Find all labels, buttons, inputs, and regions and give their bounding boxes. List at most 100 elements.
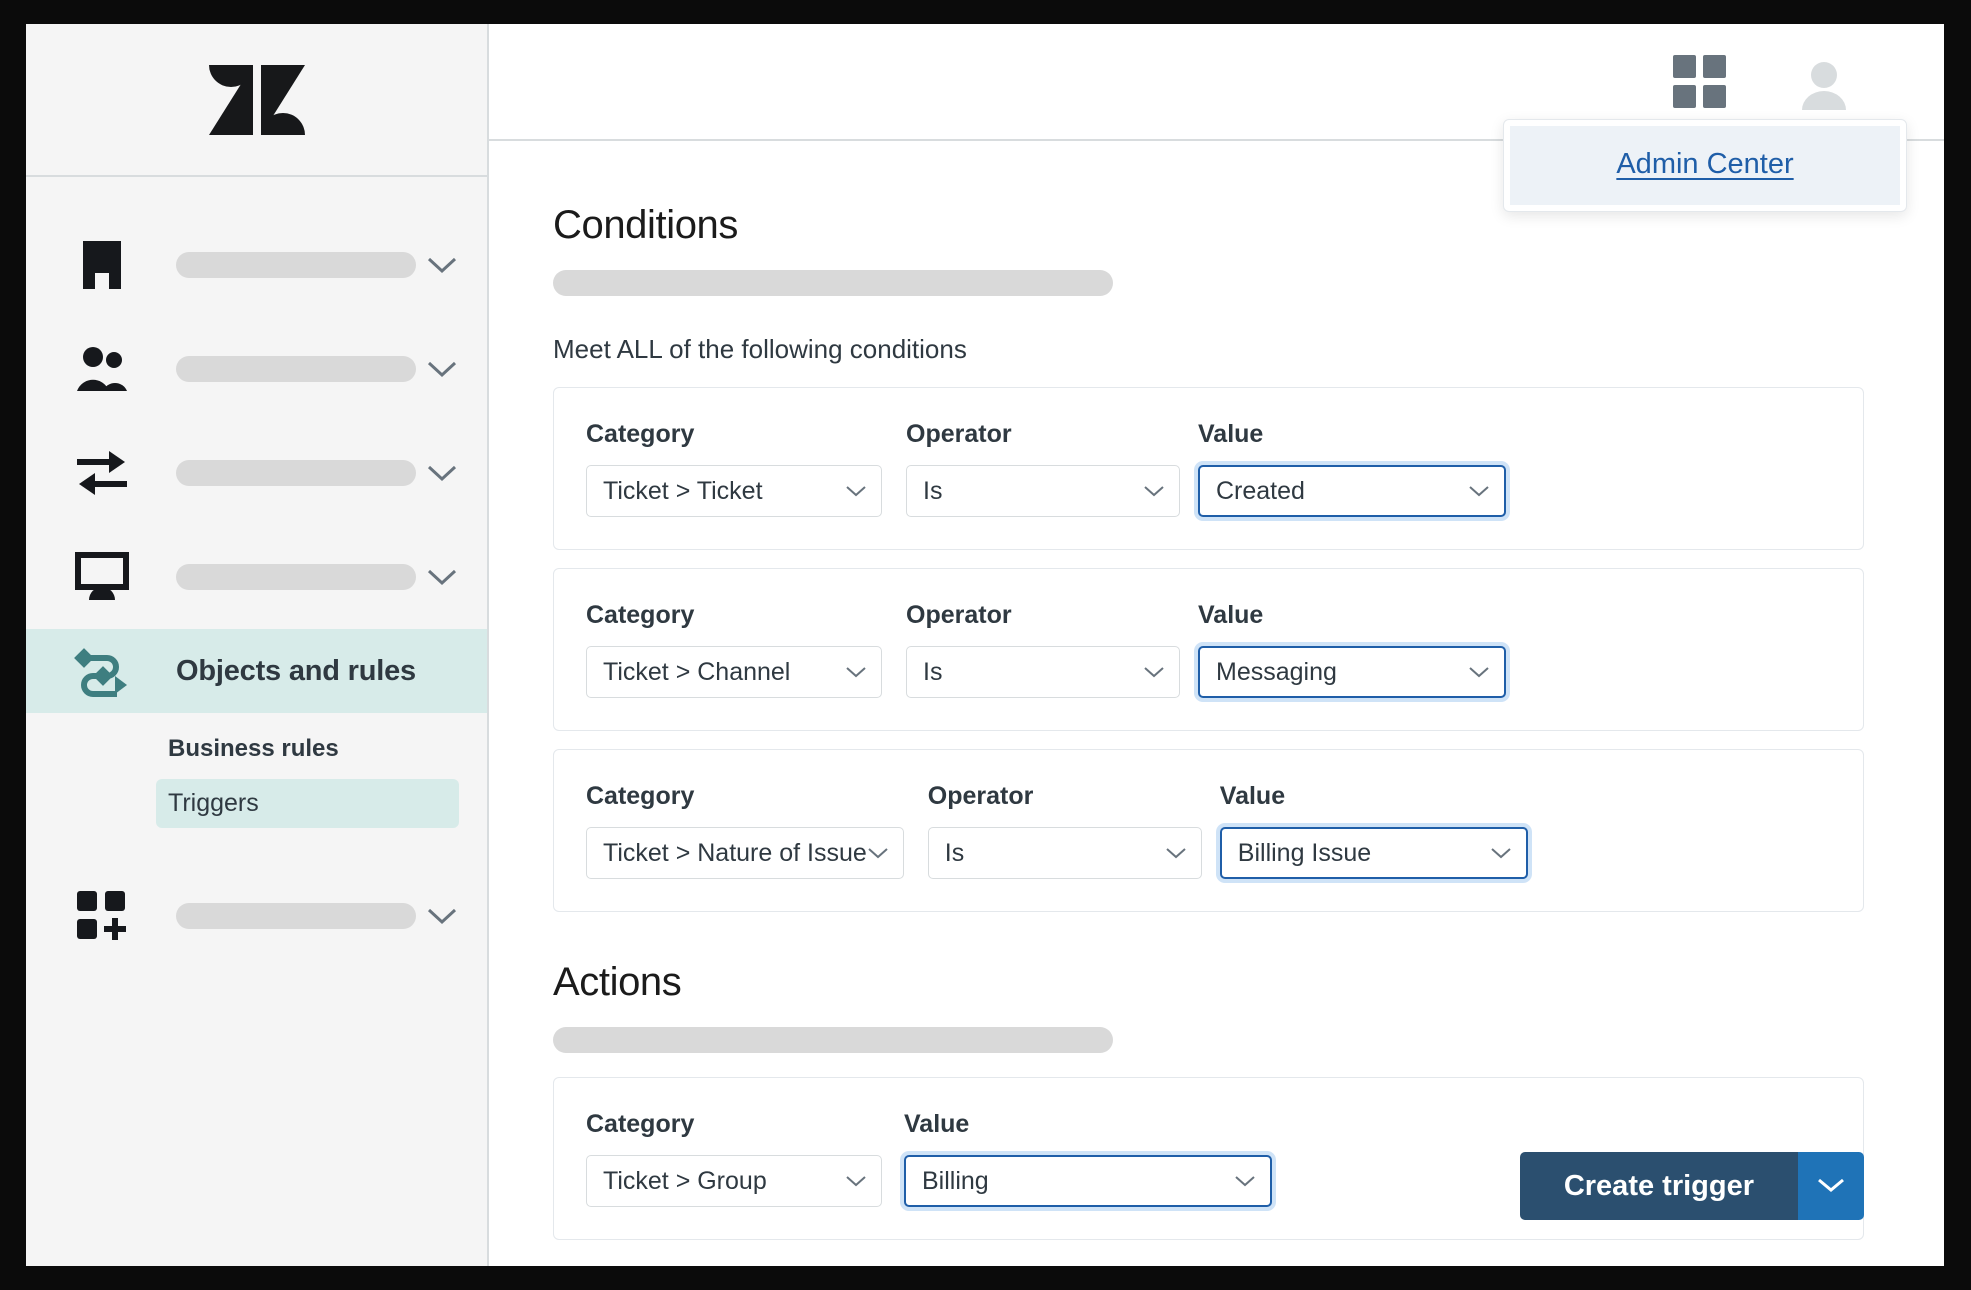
chevron-down-icon — [845, 1174, 867, 1188]
field-label-operator: Operator — [906, 601, 1012, 629]
action-value-value: Billing — [922, 1166, 989, 1195]
condition-category-select[interactable]: Ticket > Ticket — [586, 465, 882, 517]
chevron-down-icon — [867, 846, 889, 860]
field-label-category: Category — [586, 420, 695, 448]
actions-description-placeholder — [553, 1027, 1113, 1053]
sidebar-item-accounts[interactable] — [26, 213, 487, 317]
chevron-down-icon — [1490, 846, 1512, 860]
chevron-down-icon — [1468, 484, 1490, 498]
sidebar-item-label-placeholder — [176, 252, 416, 278]
condition-category-select[interactable]: Ticket > Nature of Issue — [586, 827, 904, 879]
sidebar-item-apps-and-integrations[interactable] — [26, 864, 487, 968]
user-avatar-icon[interactable] — [1794, 54, 1854, 110]
chevron-down-icon — [1468, 665, 1490, 679]
conditions-subtitle: Meet ALL of the following conditions — [553, 334, 967, 364]
zendesk-logo-icon — [208, 64, 305, 135]
condition-operator-select[interactable]: Is — [927, 827, 1202, 879]
condition-row: Category Ticket > Nature of Issue Operat… — [553, 749, 1864, 912]
field-label-value: Value — [1198, 601, 1264, 629]
sidebar-item-label-placeholder — [176, 903, 416, 929]
sidebar-subsection-business-rules: Business rules Triggers — [26, 713, 487, 828]
field-label-category: Category — [586, 782, 695, 810]
condition-operator-field: Operator Is — [927, 782, 1202, 879]
action-value-field: Value Billing — [904, 1110, 1272, 1207]
condition-operator-select[interactable]: Is — [906, 465, 1180, 517]
sidebar-item-objects-and-rules[interactable]: Objects and rules — [26, 629, 487, 713]
condition-value-field: Value Created — [1198, 420, 1506, 517]
condition-operator-value: Is — [923, 657, 943, 686]
condition-category-select[interactable]: Ticket > Channel — [586, 646, 882, 698]
action-value-select[interactable]: Billing — [904, 1155, 1272, 1207]
chevron-down-icon[interactable] — [425, 899, 459, 933]
admin-center-dropdown: Admin Center — [1503, 119, 1907, 212]
condition-category-value: Ticket > Channel — [603, 657, 791, 686]
condition-row: Category Ticket > Channel Operator Is Va… — [553, 568, 1864, 731]
condition-value-select[interactable]: Messaging — [1198, 646, 1506, 698]
field-label-value: Value — [1219, 782, 1286, 810]
create-trigger-button[interactable]: Create trigger — [1519, 1152, 1798, 1220]
chevron-down-icon[interactable] — [425, 456, 459, 490]
field-label-value: Value — [1198, 420, 1264, 448]
chevron-down-icon — [1816, 1176, 1846, 1197]
sidebar-logo-area — [26, 24, 487, 177]
apps-plus-icon — [72, 885, 132, 947]
chevron-down-icon — [1165, 846, 1187, 860]
chevron-down-icon — [1143, 484, 1165, 498]
condition-value-field: Value Billing Issue — [1219, 782, 1528, 879]
sidebar-item-people[interactable] — [26, 317, 487, 421]
condition-value-select[interactable]: Billing Issue — [1219, 827, 1528, 879]
field-label-category: Category — [586, 601, 695, 629]
apps-grid-cell — [1673, 85, 1696, 108]
sidebar-item-label-placeholder — [176, 460, 416, 486]
chevron-down-icon — [845, 484, 867, 498]
app-window: Objects and rules Business rules Trigger… — [26, 24, 1944, 1266]
sidebar-item-workspaces[interactable] — [26, 525, 487, 629]
condition-category-field: Category Ticket > Channel — [586, 601, 882, 698]
condition-operator-field: Operator Is — [906, 601, 1180, 698]
condition-operator-field: Operator Is — [906, 420, 1180, 517]
monitor-icon — [72, 546, 132, 608]
condition-value-value: Created — [1216, 476, 1305, 505]
action-category-value: Ticket > Group — [603, 1166, 767, 1195]
sidebar-item-triggers[interactable]: Triggers — [156, 779, 459, 828]
apps-grid-cell — [1703, 85, 1726, 108]
condition-value-value: Billing Issue — [1237, 838, 1372, 867]
create-trigger-dropdown-button[interactable] — [1798, 1152, 1864, 1220]
apps-grid-icon[interactable] — [1673, 55, 1726, 108]
main-area: Admin Center Conditions Meet ALL of the … — [489, 24, 1944, 1266]
sidebar-subsection-heading: Business rules — [168, 735, 339, 762]
condition-category-value: Ticket > Ticket — [603, 476, 763, 505]
admin-center-link[interactable]: Admin Center — [1616, 148, 1793, 180]
sidebar-item-channels[interactable] — [26, 421, 487, 525]
footer-action-bar: Create trigger — [1519, 1152, 1864, 1220]
sidebar-item-label-placeholder — [176, 564, 416, 590]
sidebar-item-label-placeholder — [176, 356, 416, 382]
sidebar-nav-list: Objects and rules Business rules Trigger… — [26, 177, 487, 968]
chevron-down-icon[interactable] — [425, 248, 459, 282]
chevron-down-icon — [1143, 665, 1165, 679]
transfer-arrows-icon — [72, 442, 132, 504]
condition-category-value: Ticket > Nature of Issue — [603, 838, 867, 867]
apps-grid-cell — [1703, 55, 1726, 78]
field-label-operator: Operator — [927, 782, 1034, 810]
sidebar-item-label: Objects and rules — [176, 654, 416, 687]
people-icon — [72, 338, 132, 400]
admin-center-dropdown-inner: Admin Center — [1510, 126, 1900, 205]
chevron-down-icon — [845, 665, 867, 679]
screen-frame: Objects and rules Business rules Trigger… — [0, 0, 1971, 1290]
condition-value-select[interactable]: Created — [1198, 465, 1506, 517]
chevron-down-icon[interactable] — [425, 352, 459, 386]
objects-rules-icon — [72, 640, 132, 702]
chevron-down-icon — [1234, 1174, 1256, 1188]
condition-value-field: Value Messaging — [1198, 601, 1506, 698]
condition-category-field: Category Ticket > Ticket — [586, 420, 882, 517]
condition-operator-select[interactable]: Is — [906, 646, 1180, 698]
chevron-down-icon[interactable] — [425, 560, 459, 594]
building-icon — [72, 234, 132, 296]
condition-row: Category Ticket > Ticket Operator Is Val… — [553, 387, 1864, 550]
field-label-value: Value — [904, 1110, 970, 1138]
apps-grid-cell — [1673, 55, 1696, 78]
action-category-select[interactable]: Ticket > Group — [586, 1155, 882, 1207]
actions-title: Actions — [553, 960, 682, 1004]
condition-value-value: Messaging — [1216, 657, 1337, 686]
